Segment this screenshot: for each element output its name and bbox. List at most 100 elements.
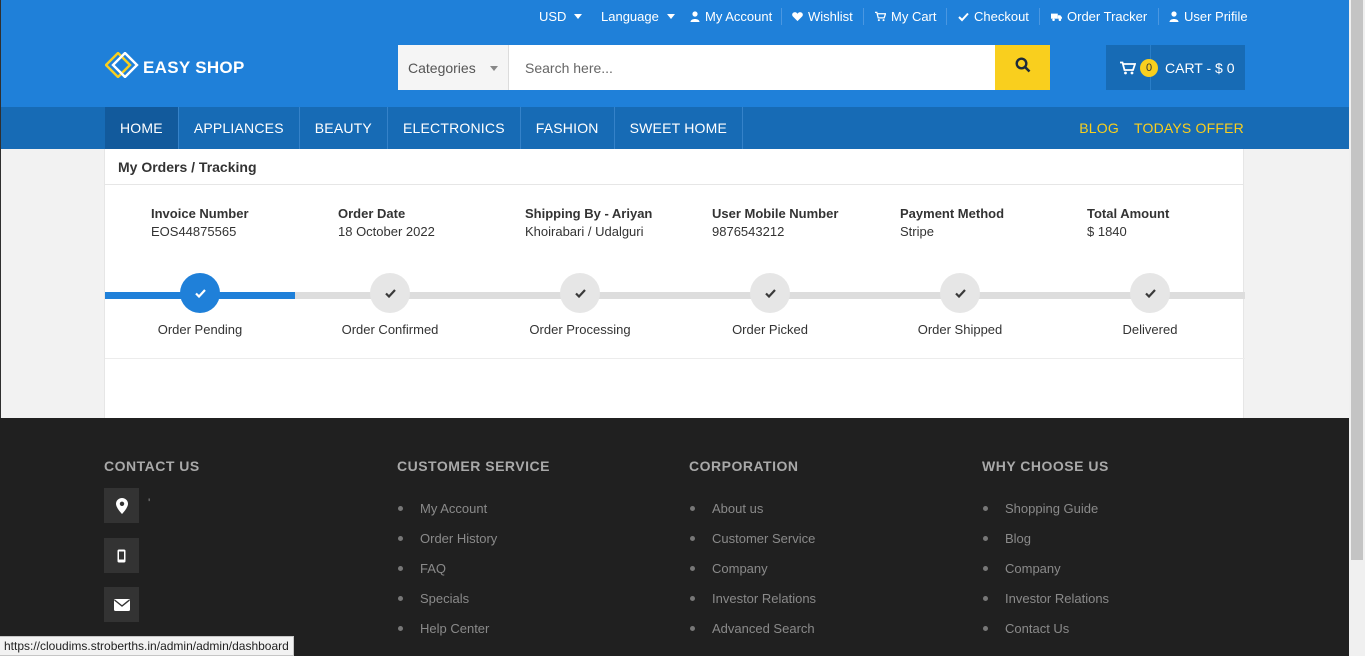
order-date-value: 18 October 2022 bbox=[338, 224, 435, 239]
footer-why-choose-us: WHY CHOOSE US Shopping Guide Blog Compan… bbox=[982, 458, 1109, 643]
footer-link-label: Contact Us bbox=[1005, 620, 1070, 636]
divider bbox=[781, 8, 782, 25]
field-label: Order Date bbox=[338, 206, 406, 221]
cart-count-badge: 0 bbox=[1140, 59, 1158, 77]
scrollbar-thumb[interactable] bbox=[1351, 0, 1363, 560]
nav-item-fashion[interactable]: FASHION bbox=[521, 107, 615, 149]
nav-item-blog[interactable]: BLOG bbox=[1079, 120, 1119, 136]
my-cart-link[interactable]: My Cart bbox=[875, 9, 937, 24]
envelope-icon bbox=[104, 587, 139, 622]
language-selector[interactable]: Language bbox=[601, 9, 675, 24]
bullet-icon bbox=[398, 505, 403, 511]
footer-link-label: Shopping Guide bbox=[1005, 500, 1099, 516]
footer-link-label: Customer Service bbox=[712, 530, 816, 546]
search-button[interactable] bbox=[995, 45, 1050, 90]
site-header: USD Language My Account Wishlist My Cart bbox=[0, 0, 1365, 107]
nav-item-beauty[interactable]: BEAUTY bbox=[300, 107, 388, 149]
my-account-link[interactable]: My Account bbox=[689, 9, 772, 24]
bullet-icon bbox=[690, 625, 695, 631]
footer-link-label: Company bbox=[712, 560, 768, 576]
user-icon bbox=[689, 11, 700, 22]
check-icon bbox=[194, 288, 206, 298]
site-footer: CONTACT US ' CUSTOMER SERVICE My Account… bbox=[0, 418, 1365, 656]
footer-link[interactable]: Company bbox=[982, 553, 1109, 583]
footer-link[interactable]: Investor Relations bbox=[689, 583, 816, 613]
user-profile-link[interactable]: User Prifile bbox=[1168, 9, 1248, 24]
footer-link[interactable]: Customer Service bbox=[689, 523, 816, 553]
field-label: Payment Method bbox=[900, 206, 1005, 221]
step-6-indicator bbox=[1130, 273, 1170, 313]
step-4-label: Order Picked bbox=[732, 322, 808, 337]
bullet-icon bbox=[398, 625, 403, 631]
footer-link-label: FAQ bbox=[420, 560, 447, 576]
contact-address: ' bbox=[148, 496, 151, 510]
step-5-label: Order Shipped bbox=[917, 322, 1003, 337]
footer-link[interactable]: About us bbox=[689, 493, 816, 523]
footer-link-label: Blog bbox=[1005, 530, 1032, 546]
footer-link[interactable]: Help Center bbox=[397, 613, 550, 643]
nav-item-appliances[interactable]: APPLIANCES bbox=[179, 107, 300, 149]
currency-label: USD bbox=[539, 9, 567, 24]
check-icon bbox=[574, 288, 586, 298]
bullet-icon bbox=[983, 595, 988, 601]
user-profile-label: User Prifile bbox=[1184, 9, 1248, 24]
step-6-label: Delivered bbox=[1122, 322, 1178, 337]
nav-item-sweet-home[interactable]: SWEET HOME bbox=[615, 107, 744, 149]
my-account-label: My Account bbox=[705, 9, 773, 24]
step-2-label: Order Confirmed bbox=[341, 322, 439, 337]
search-bar: Categories bbox=[398, 45, 1050, 90]
nav-right-links: BLOG TODAYS OFFER bbox=[1079, 107, 1244, 149]
cart-button[interactable]: 0 CART - $ 0 bbox=[1106, 45, 1245, 90]
footer-link-label: Advanced Search bbox=[712, 620, 815, 636]
footer-link[interactable]: Order History bbox=[397, 523, 550, 553]
browser-status-bar: https://cloudims.stroberths.in/admin/adm… bbox=[0, 636, 294, 656]
footer-link[interactable]: My Account bbox=[397, 493, 550, 523]
nav-item-electronics[interactable]: ELECTRONICS bbox=[388, 107, 521, 149]
shipping-block: Shipping By - Ariyan Khoirabari / Udalgu… bbox=[525, 206, 652, 239]
bullet-icon bbox=[398, 595, 403, 601]
mobile-number-value: 9876543212 bbox=[712, 224, 785, 239]
check-icon bbox=[384, 288, 396, 298]
footer-link[interactable]: Specials bbox=[397, 583, 550, 613]
footer-link-label: Investor Relations bbox=[1005, 590, 1110, 606]
footer-link[interactable]: FAQ bbox=[397, 553, 550, 583]
step-1-label: Order Pending bbox=[157, 322, 243, 337]
vertical-scrollbar[interactable] bbox=[1349, 0, 1365, 656]
user-icon bbox=[1168, 11, 1179, 22]
nav-item-home[interactable]: HOME bbox=[105, 107, 179, 149]
wishlist-link[interactable]: Wishlist bbox=[792, 9, 853, 24]
check-icon bbox=[954, 288, 966, 298]
nav-item-todays-offer[interactable]: TODAYS OFFER bbox=[1134, 120, 1244, 136]
footer-link[interactable]: Blog bbox=[982, 523, 1109, 553]
footer-link[interactable]: Investor Relations bbox=[982, 583, 1109, 613]
check-icon bbox=[958, 11, 969, 22]
footer-link[interactable]: Contact Us bbox=[982, 613, 1109, 643]
order-tracker-label: Order Tracker bbox=[1067, 9, 1148, 24]
step-5-indicator bbox=[940, 273, 980, 313]
language-label: Language bbox=[601, 9, 659, 24]
invoice-number-value: EOS44875565 bbox=[151, 224, 237, 239]
total-amount-block: Total Amount $ 1840 bbox=[1087, 206, 1169, 239]
order-tracker-link[interactable]: Order Tracker bbox=[1051, 9, 1147, 24]
bullet-icon bbox=[983, 535, 988, 541]
footer-heading: CORPORATION bbox=[689, 458, 799, 474]
site-logo[interactable]: EASY SHOP bbox=[104, 51, 245, 83]
truck-icon bbox=[1051, 11, 1062, 22]
categories-dropdown[interactable]: Categories bbox=[398, 45, 509, 90]
page-background bbox=[1244, 149, 1365, 418]
step-3-indicator bbox=[560, 273, 600, 313]
chevron-down-icon bbox=[574, 14, 583, 19]
search-input[interactable] bbox=[509, 45, 995, 90]
payment-method-block: Payment Method Stripe bbox=[900, 206, 1004, 239]
footer-link[interactable]: Advanced Search bbox=[689, 613, 816, 643]
step-1-indicator bbox=[180, 273, 220, 313]
footer-link-label: Investor Relations bbox=[712, 590, 817, 606]
footer-link[interactable]: Shopping Guide bbox=[982, 493, 1109, 523]
footer-link[interactable]: Company bbox=[689, 553, 816, 583]
currency-selector[interactable]: USD bbox=[539, 9, 583, 24]
checkout-link[interactable]: Checkout bbox=[958, 9, 1029, 24]
bullet-icon bbox=[983, 625, 988, 631]
bullet-icon bbox=[398, 535, 403, 541]
mobile-icon bbox=[104, 538, 139, 573]
heart-icon bbox=[792, 11, 803, 22]
